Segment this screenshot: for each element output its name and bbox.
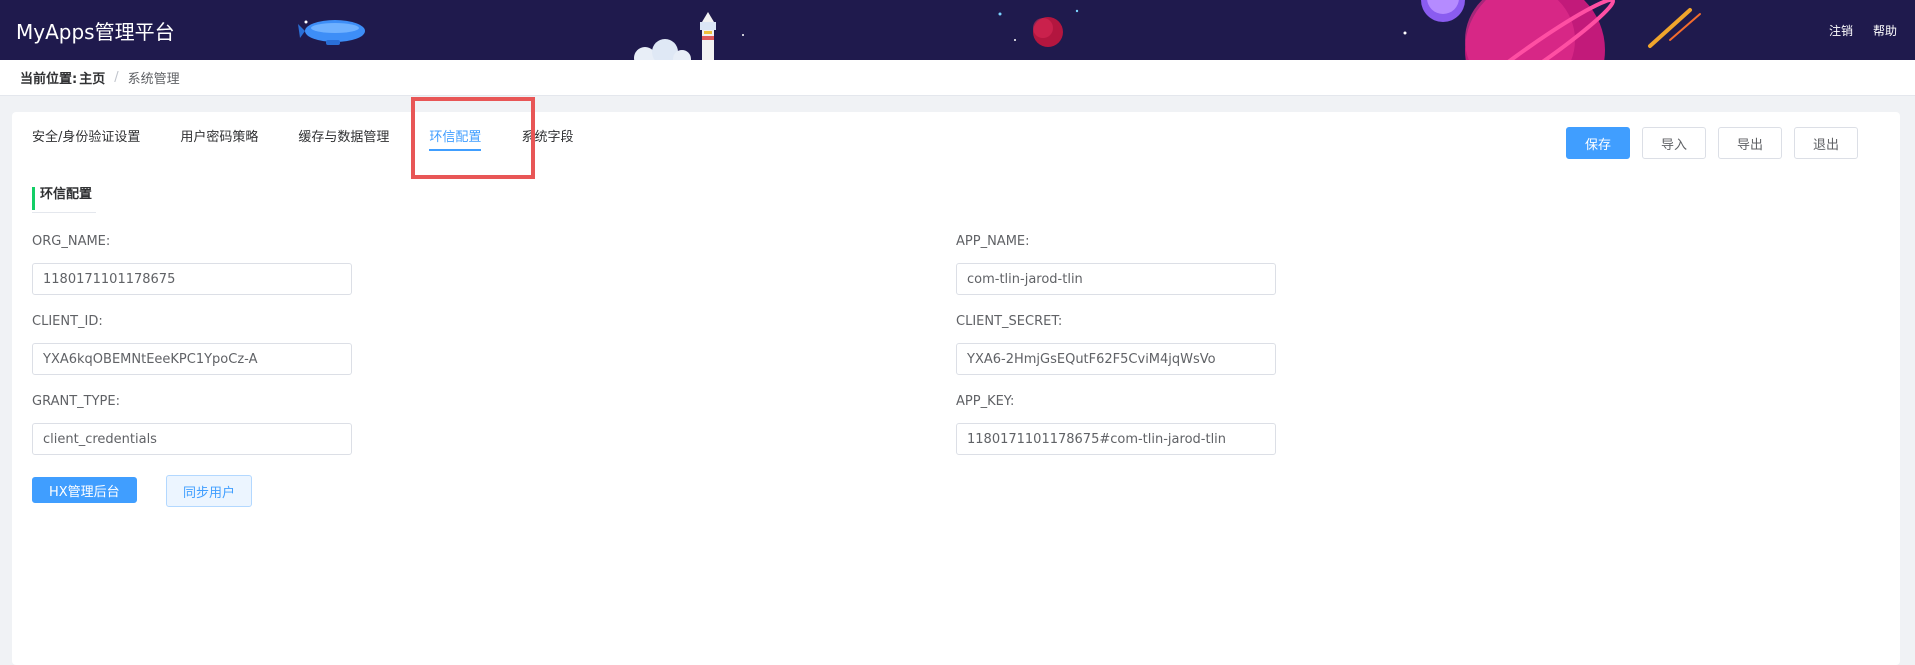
org-name-field: ORG_NAME: (32, 233, 352, 295)
client-secret-input[interactable] (956, 343, 1276, 375)
breadcrumb: 当前位置: 主页 / 系统管理 (0, 60, 1915, 96)
export-button[interactable]: 导出 (1717, 127, 1782, 159)
app-title: MyApps管理平台 (16, 20, 175, 44)
org-name-input[interactable] (32, 263, 352, 295)
import-button[interactable]: 导入 (1641, 127, 1706, 159)
tab-easemob-config[interactable]: 环信配置 (429, 122, 482, 155)
save-button[interactable]: 保存 (1565, 127, 1630, 159)
org-name-label: ORG_NAME: (32, 234, 111, 249)
header-space-illustration (298, 0, 1701, 60)
section-divider (32, 212, 96, 213)
client-id-label: CLIENT_ID: (32, 314, 103, 329)
hx-admin-button[interactable]: HX管理后台 (32, 477, 137, 503)
client-id-input[interactable] (32, 343, 352, 375)
airship-icon (298, 20, 365, 45)
sync-users-button[interactable]: 同步用户 (166, 475, 253, 507)
logout-link[interactable]: 注销 (1829, 22, 1853, 39)
breadcrumb-current: 系统管理 (127, 72, 180, 87)
tab-password-policy[interactable]: 用户密码策略 (180, 122, 258, 155)
grant-type-label: GRANT_TYPE: (32, 394, 120, 409)
breadcrumb-separator: / (114, 70, 119, 85)
settings-card: 安全/身份验证设置 用户密码策略 缓存与数据管理 环信配置 系统字段 保存 导入… (12, 112, 1900, 665)
app-key-label: APP_KEY: (956, 394, 1015, 409)
breadcrumb-label: 当前位置: (20, 72, 78, 87)
app-key-input[interactable] (956, 423, 1276, 455)
client-id-field: CLIENT_ID: (32, 313, 352, 375)
header-links: 注销 帮助 (1829, 22, 1897, 39)
app-name-label: APP_NAME: (956, 234, 1030, 249)
help-link[interactable]: 帮助 (1873, 22, 1897, 39)
settings-tabs: 安全/身份验证设置 用户密码策略 缓存与数据管理 环信配置 系统字段 (32, 122, 573, 155)
top-header: MyApps管理平台 注销 帮助 (0, 0, 1915, 60)
client-secret-field: CLIENT_SECRET: (956, 313, 1276, 375)
tab-security-auth[interactable]: 安全/身份验证设置 (32, 122, 140, 155)
grant-type-input[interactable] (32, 423, 352, 455)
breadcrumb-home-link[interactable]: 主页 (79, 68, 105, 87)
action-buttons: 保存 导入 导出 退出 (1565, 127, 1858, 159)
app-name-field: APP_NAME: (956, 233, 1276, 295)
app-key-field: APP_KEY: (956, 393, 1276, 455)
exit-button[interactable]: 退出 (1793, 127, 1858, 159)
app-name-input[interactable] (956, 263, 1276, 295)
cloud-icon (634, 39, 691, 60)
tab-system-fields[interactable]: 系统字段 (521, 122, 573, 155)
client-secret-label: CLIENT_SECRET: (956, 314, 1063, 329)
section-title: 环信配置 (32, 187, 92, 210)
tab-cache-data[interactable]: 缓存与数据管理 (298, 122, 389, 155)
grant-type-field: GRANT_TYPE: (32, 393, 352, 455)
lighthouse-icon (700, 12, 716, 60)
